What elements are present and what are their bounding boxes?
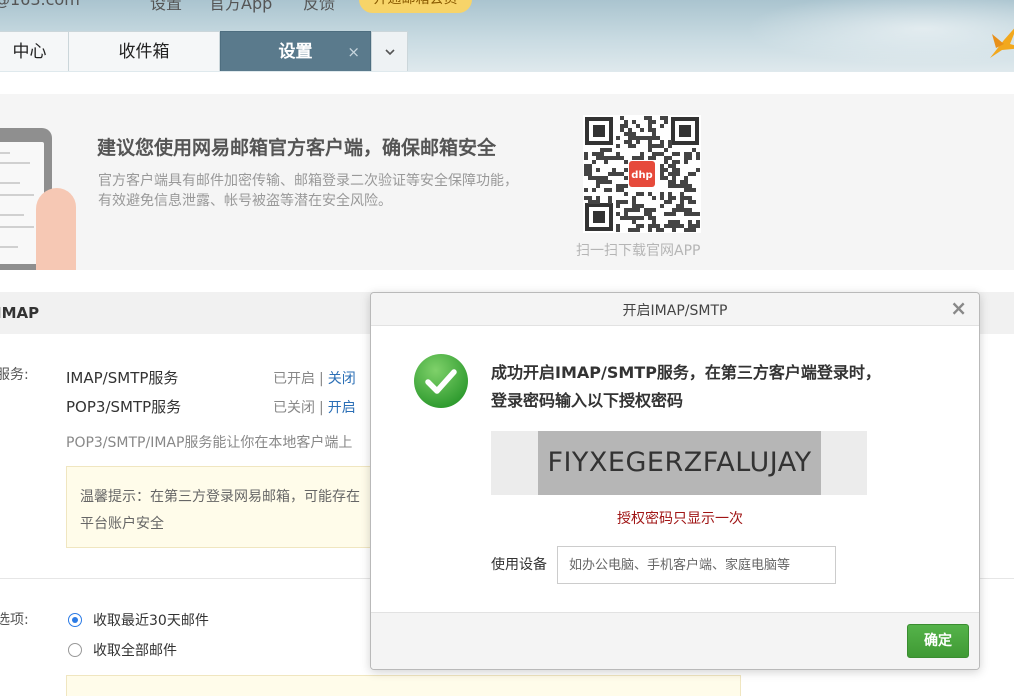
qr-code: dhp [583,115,701,233]
client-promo-banner: 建议您使用网易邮箱官方客户端，确保邮箱安全 官方客户端具有邮件加密传输、邮箱登录… [0,94,1014,270]
tab-label: 中心 [12,42,47,62]
close-imap-link[interactable]: 关闭 [328,371,356,387]
service-name-imap: IMAP/SMTP服务 [66,369,179,387]
upgrade-badge[interactable]: 开通邮箱会员 [359,0,472,13]
device-input[interactable] [557,546,836,584]
open-pop3-link[interactable]: 开启 [328,400,356,416]
chevron-down-icon [384,49,395,56]
status-text: 已关闭 [273,400,315,416]
service-name-pop3: POP3/SMTP服务 [66,398,182,416]
service-note: POP3/SMTP/IMAP服务能让你在本地客户端上 [66,435,353,451]
service-status-pop3: 已关闭 | 开启 [273,397,356,417]
device-label: 使用设备 [491,557,547,573]
top-link-settings[interactable]: 设置 [150,0,182,14]
close-icon[interactable]: × [950,296,967,320]
dialog-footer: 确定 [371,612,979,669]
service-label: 服务: [0,367,29,383]
netease-bird-logo [990,28,1014,58]
confirm-button[interactable]: 确定 [907,624,969,658]
option-recent-30-days[interactable]: 收取最近30天邮件 [68,610,209,630]
banner-description: 官方客户端具有邮件加密传输、邮箱登录二次验证等安全保障功能，有效避免信息泄露、帐… [98,173,518,209]
top-header: @163.com▼ 设置 官方App 反馈 开通邮箱会员 中心 收件箱 设置 × [0,0,1014,72]
top-link-app[interactable]: 官方App [209,0,272,14]
dialog-title: 开启IMAP/SMTP [622,303,728,319]
options-label: 选项: [0,612,29,628]
success-message: 成功开启IMAP/SMTP服务，在第三方客户端登录时，登录密码输入以下授权密码 [491,363,881,410]
tip-line: 温馨提示：在第三方登录网易邮箱，可能存在 [80,489,360,505]
service-status-imap: 已开启 | 关闭 [273,368,356,388]
tip-box: 温馨提示：在第三方登录网易邮箱，可能存在 平台账户安全 [66,466,386,548]
section-title: IMAP [0,304,40,322]
qr-logo: dhp [631,170,652,181]
chevron-down-icon: ▼ [0,0,9,4]
status-text: 已开启 [273,371,315,387]
tab-label: 设置 [278,42,313,62]
success-check-icon [414,354,468,408]
auth-code[interactable]: FIYXEGERZFALUJAY [538,431,821,495]
radio-checked[interactable] [68,613,82,627]
header-decoration [714,0,1014,72]
auth-code-note: 授权密码只显示一次 [617,511,743,527]
option-all-mail[interactable]: 收取全部邮件 [68,640,177,660]
dialog-header: 开启IMAP/SMTP × [371,293,979,326]
tab-center[interactable]: 中心 [0,31,69,71]
tip-line: 平台账户安全 [80,516,164,532]
top-link-feedback[interactable]: 反馈 [303,0,335,14]
radio-unchecked[interactable] [68,643,82,657]
account-name: @163.com [0,0,80,9]
close-icon[interactable]: × [347,32,360,72]
enable-imap-dialog: 开启IMAP/SMTP × 成功开启IMAP/SMTP服务，在第三方客户端登录时… [370,292,980,670]
option-label: 收取最近30天邮件 [93,613,209,629]
tip-box-2 [66,675,741,696]
tab-label: 收件箱 [118,42,170,62]
separator: | [319,371,324,387]
option-label: 收取全部邮件 [93,643,177,659]
tab-inbox[interactable]: 收件箱 [68,31,220,71]
banner-title: 建议您使用网易邮箱官方客户端，确保邮箱安全 [97,137,497,159]
tab-settings[interactable]: 设置 × [220,31,371,71]
qr-caption: 扫一扫下载官网APP [576,243,701,259]
tab-more-button[interactable] [371,31,408,71]
separator: | [319,400,324,416]
hand-illustration [36,188,76,270]
